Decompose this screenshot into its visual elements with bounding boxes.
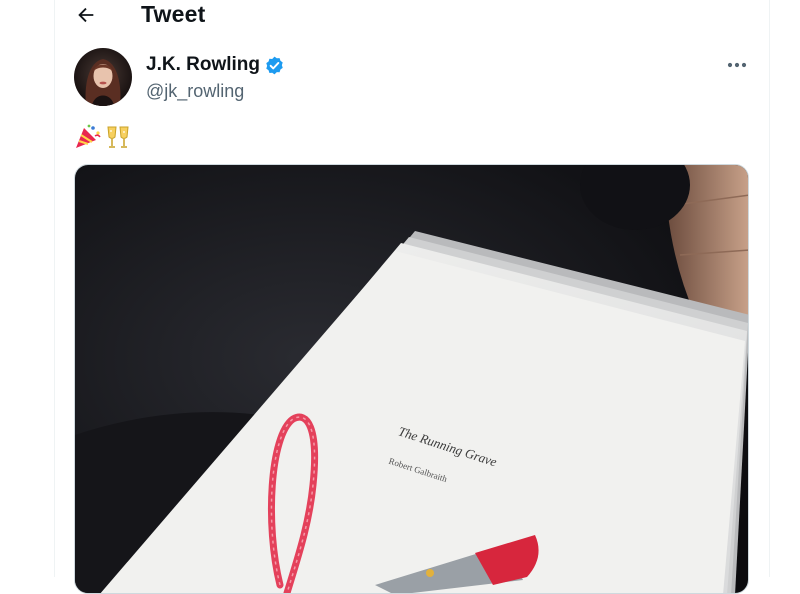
page-title: Tweet [141,1,206,27]
back-button[interactable] [69,0,103,30]
avatar[interactable] [74,48,132,106]
verified-badge-icon [266,56,283,74]
more-horizontal-icon [727,62,747,68]
clinking-glasses-icon [107,126,129,148]
arrow-left-icon [78,7,94,23]
tweet-header: Tweet [55,0,769,32]
tweet-author: J.K. Rowling @jk_rowling [146,54,285,102]
tweet-media-photo[interactable]: The Running Grave Robert Galbraith [74,164,749,594]
more-options-button[interactable] [719,50,755,80]
author-handle[interactable]: @jk_rowling [146,81,285,102]
tweet-column: Tweet J.K. Rowling @jk_rowling The Runni… [54,0,770,594]
author-display-name[interactable]: J.K. Rowling [146,54,260,76]
tweet-text [74,122,132,152]
party-popper-icon [76,124,101,148]
